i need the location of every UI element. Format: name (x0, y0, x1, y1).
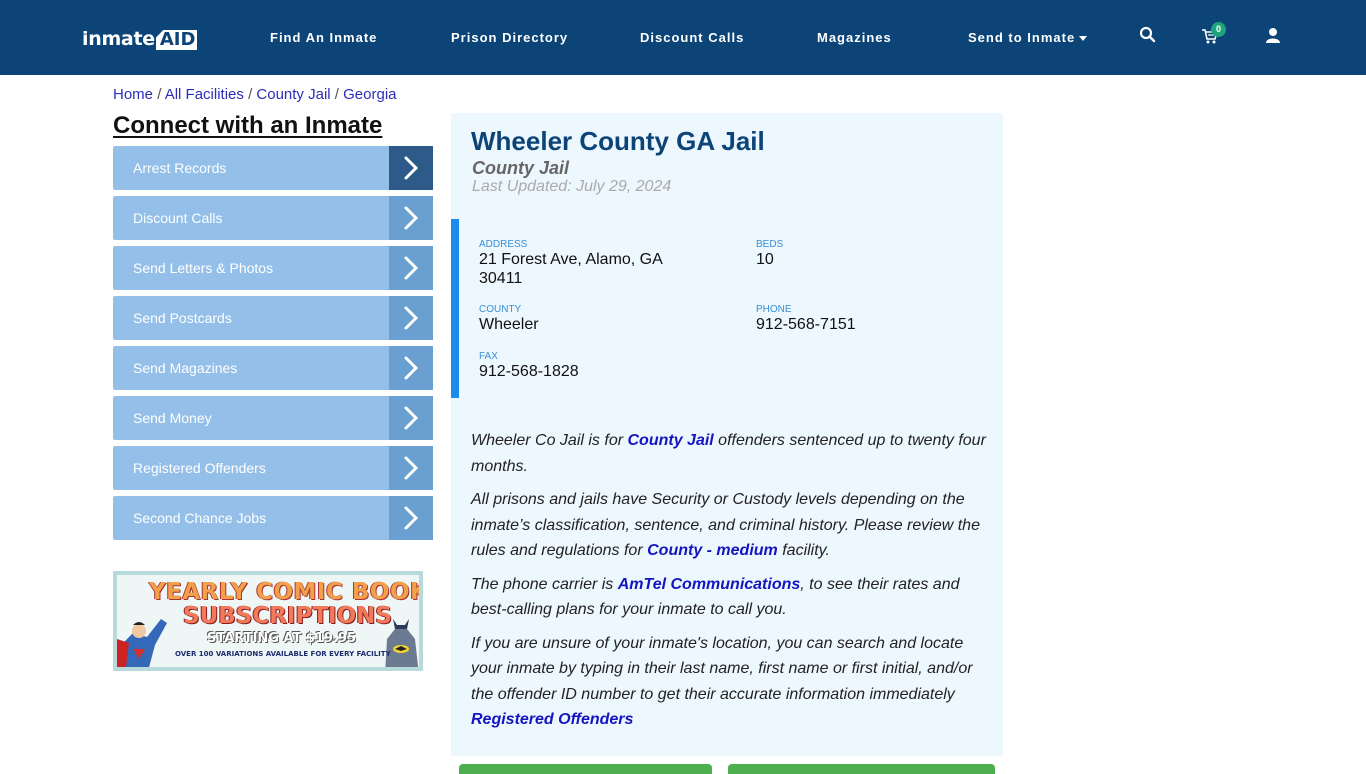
sidebar-item-label: Send Postcards (133, 310, 232, 326)
amtel-communications-link[interactable]: AmTel Communications (618, 576, 801, 593)
address-label: ADDRESS (479, 239, 528, 250)
beds-value: 10 (756, 251, 774, 268)
logo-text-aid: AID (155, 30, 198, 50)
description-paragraph: If you are unsure of your inmate's locat… (471, 631, 991, 733)
text: The phone carrier is (471, 575, 618, 593)
chevron-right-icon (389, 196, 433, 240)
county-medium-link[interactable]: County - medium (647, 542, 778, 559)
ad-price: STARTING AT $19.95 (207, 631, 357, 646)
address-field: ADDRESS 21 Forest Ave, Alamo, GA 30411 (479, 239, 663, 288)
nav-find-an-inmate[interactable]: Find An Inmate (270, 30, 377, 45)
chevron-right-icon (389, 496, 433, 540)
sidebar-item-registered-offenders[interactable]: Registered Offenders (113, 446, 433, 490)
chevron-right-icon (389, 246, 433, 290)
text: If you are unsure of your inmate's locat… (471, 634, 973, 703)
description-paragraph: The phone carrier is AmTel Communication… (471, 572, 991, 623)
facility-type: County Jail (472, 158, 570, 178)
user-icon[interactable] (1265, 27, 1287, 49)
nav-send-to-inmate[interactable]: Send to Inmate (968, 30, 1088, 45)
sidebar-item-label: Send Money (133, 410, 212, 426)
nav-discount-calls[interactable]: Discount Calls (640, 30, 744, 45)
county-value: Wheeler (479, 316, 539, 333)
sidebar-item-label: Arrest Records (133, 160, 227, 176)
sidebar-item-label: Discount Calls (133, 210, 223, 226)
chevron-right-icon (389, 146, 433, 190)
sidebar-item-send-magazines[interactable]: Send Magazines (113, 346, 433, 390)
connect-with-inmate-heading: Connect with an Inmate (113, 112, 383, 139)
description-paragraph: Wheeler Co Jail is for County Jail offen… (471, 428, 991, 479)
sidebar-item-send-money[interactable]: Send Money (113, 396, 433, 440)
fax-field: FAX 912-568-1828 (479, 351, 579, 381)
phone-value[interactable]: 912-568-7151 (756, 316, 856, 334)
chevron-right-icon (389, 296, 433, 340)
search-icon[interactable] (1139, 26, 1161, 48)
beds-field: BEDS 10 (756, 239, 783, 269)
nav-send-to-inmate-label: Send to Inmate (968, 30, 1076, 45)
breadcrumb-separator: / (334, 86, 344, 103)
logo-text-inmate: inmate (82, 28, 155, 50)
county-jail-link[interactable]: County Jail (628, 432, 714, 449)
facility-info-box: ADDRESS 21 Forest Ave, Alamo, GA 30411 B… (451, 219, 1003, 398)
facility-description: Wheeler Co Jail is for County Jail offen… (471, 428, 991, 741)
registered-offenders-link[interactable]: Registered Offenders (471, 711, 633, 728)
beds-label: BEDS (756, 239, 784, 250)
nav-prison-directory[interactable]: Prison Directory (451, 30, 568, 45)
caret-down-icon (1079, 36, 1088, 42)
chevron-right-icon (389, 396, 433, 440)
breadcrumb-home[interactable]: Home (113, 86, 153, 103)
chevron-right-icon (389, 446, 433, 490)
text: facility. (777, 542, 830, 559)
top-navbar: inmate AID Find An Inmate Prison Directo… (0, 0, 1366, 75)
sidebar-item-label: Send Magazines (133, 360, 238, 376)
breadcrumb-county-jail[interactable]: County Jail (256, 86, 330, 103)
nav-magazines[interactable]: Magazines (817, 30, 892, 45)
address-line1: 21 Forest Ave, Alamo, GA (479, 251, 663, 268)
sidebar-item-send-letters-photos[interactable]: Send Letters & Photos (113, 246, 433, 290)
breadcrumb-separator: / (157, 86, 165, 103)
facility-card: Wheeler County GA Jail County Jail Last … (451, 113, 1003, 756)
sidebar-item-arrest-records[interactable]: Arrest Records (113, 146, 433, 190)
phone-label: PHONE (756, 304, 792, 315)
sidebar-item-second-chance-jobs[interactable]: Second Chance Jobs (113, 496, 433, 540)
facility-name: Wheeler County GA Jail (471, 126, 765, 156)
last-updated: Last Updated: July 29, 2024 (472, 178, 672, 195)
breadcrumb-georgia[interactable]: Georgia (343, 86, 396, 103)
sidebar-item-label: Registered Offenders (133, 460, 266, 476)
breadcrumb-all-facilities[interactable]: All Facilities (165, 86, 244, 103)
ad-subtext: OVER 100 VARIATIONS AVAILABLE FOR EVERY … (175, 650, 391, 658)
green-action-button-right[interactable] (728, 764, 995, 774)
green-action-button-left[interactable] (459, 764, 712, 774)
sidebar-item-send-postcards[interactable]: Send Postcards (113, 296, 433, 340)
comic-subscription-ad-banner[interactable]: YEARLY COMIC BOOK SUBSCRIPTIONS STARTING… (113, 571, 423, 671)
address-line2: 30411 (479, 270, 523, 287)
cart-count-badge: 0 (1211, 22, 1226, 37)
fax-value: 912-568-1828 (479, 363, 579, 380)
sidebar-item-label: Second Chance Jobs (133, 510, 267, 526)
phone-field: PHONE 912-568-7151 (756, 304, 856, 334)
county-label: COUNTY (479, 304, 522, 315)
superhero-illustration-icon (117, 619, 167, 667)
county-field: COUNTY Wheeler (479, 304, 539, 334)
ad-headline-1: YEARLY COMIC BOOK (149, 579, 423, 605)
fax-label: FAX (479, 351, 498, 362)
ad-headline-2: SUBSCRIPTIONS (183, 603, 392, 629)
text: Wheeler Co Jail is for (471, 432, 628, 449)
description-paragraph: All prisons and jails have Security or C… (471, 487, 991, 564)
chevron-right-icon (389, 346, 433, 390)
inmateaid-logo[interactable]: inmate AID (82, 26, 198, 50)
sidebar-menu: Arrest Records Discount Calls Send Lette… (113, 146, 433, 546)
breadcrumb: Home / All Facilities / County Jail / Ge… (113, 86, 397, 103)
sidebar-item-discount-calls[interactable]: Discount Calls (113, 196, 433, 240)
sidebar-item-label: Send Letters & Photos (133, 260, 274, 276)
